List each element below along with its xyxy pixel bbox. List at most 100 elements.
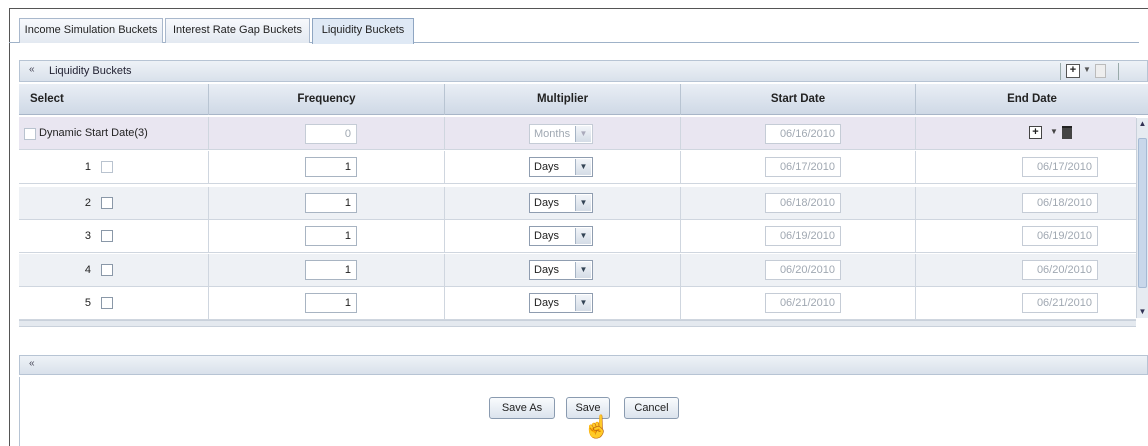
chevron-down-icon[interactable]: ▼ — [1083, 65, 1091, 74]
tab-interest-rate-gap-buckets[interactable]: Interest Rate Gap Buckets — [165, 18, 310, 43]
frequency-input[interactable]: 1 — [305, 226, 357, 246]
multiplier-cell: Days ▼ — [445, 287, 681, 320]
table-row: 1 1 Days ▼ 06/17/2010 06/17/2010 — [19, 151, 1136, 184]
start-date-input[interactable]: 06/20/2010 — [765, 260, 841, 280]
row-select-checkbox[interactable] — [101, 230, 113, 242]
frequency-cell: 1 — [209, 151, 445, 184]
column-header-frequency: Frequency — [209, 84, 445, 115]
table-row: 5 1 Days ▼ 06/21/2010 06/21/2010 — [19, 287, 1136, 320]
multiplier-cell: Days ▼ — [445, 187, 681, 220]
start-date-input[interactable]: 06/21/2010 — [765, 293, 841, 313]
start-date-input[interactable]: 06/17/2010 — [765, 157, 841, 177]
end-date-cell: 06/19/2010 — [916, 220, 1136, 253]
collapse-icon[interactable]: « — [29, 64, 35, 75]
delete-icon[interactable] — [1095, 64, 1106, 78]
scroll-down-icon[interactable]: ▼ — [1137, 306, 1148, 318]
table-row: 3 1 Days ▼ 06/19/2010 06/19/2010 — [19, 220, 1136, 253]
vertical-scrollbar[interactable]: ▲ ▼ — [1136, 118, 1148, 318]
multiplier-select[interactable]: Months ▼ — [529, 124, 593, 144]
start-date-input[interactable]: 06/16/2010 — [765, 124, 841, 144]
tab-income-simulation-buckets[interactable]: Income Simulation Buckets — [19, 18, 163, 43]
scroll-up-icon[interactable]: ▲ — [1137, 118, 1148, 130]
add-row-icon[interactable]: + — [1029, 126, 1042, 139]
frequency-cell: 1 — [209, 287, 445, 320]
multiplier-select[interactable]: Days ▼ — [529, 260, 593, 280]
row-select-checkbox[interactable] — [101, 197, 113, 209]
end-date-input[interactable]: 06/17/2010 — [1022, 157, 1098, 177]
row-number: 1 — [84, 161, 91, 173]
frequency-cell: 1 — [209, 220, 445, 253]
multiplier-value: Months — [534, 128, 571, 140]
end-date-cell: 06/21/2010 — [916, 287, 1136, 320]
column-header-start-date: Start Date — [681, 84, 916, 115]
row-number: 2 — [84, 197, 91, 209]
end-date-input[interactable]: 06/20/2010 — [1022, 260, 1098, 280]
table-row: 4 1 Days ▼ 06/20/2010 06/20/2010 — [19, 254, 1136, 287]
toolbar-divider — [1060, 63, 1061, 80]
chevron-down-icon[interactable]: ▼ — [575, 159, 591, 175]
save-as-button[interactable]: Save As — [489, 397, 555, 419]
scrollbar-thumb[interactable] — [1138, 138, 1147, 288]
frequency-input[interactable]: 1 — [305, 260, 357, 280]
multiplier-value: Days — [534, 197, 560, 209]
table-row-dynamic: Dynamic Start Date(3) 0 Months ▼ 06/16/2… — [19, 117, 1136, 150]
multiplier-cell: Months ▼ — [445, 117, 681, 150]
row-select-checkbox[interactable] — [101, 161, 113, 173]
chevron-down-icon[interactable]: ▼ — [575, 126, 591, 142]
multiplier-cell: Days ▼ — [445, 254, 681, 287]
chevron-down-icon[interactable]: ▼ — [1050, 127, 1058, 136]
end-date-input[interactable]: 06/19/2010 — [1022, 226, 1098, 246]
frequency-cell: 1 — [209, 187, 445, 220]
multiplier-cell: Days ▼ — [445, 220, 681, 253]
start-date-input[interactable]: 06/18/2010 — [765, 193, 841, 213]
frequency-input[interactable]: 1 — [305, 157, 357, 177]
dynamic-start-date-label: Dynamic Start Date(3) — [39, 127, 148, 139]
chevron-down-icon[interactable]: ▼ — [575, 195, 591, 211]
section-title: Liquidity Buckets — [49, 65, 132, 77]
end-date-cell: 06/18/2010 — [916, 187, 1136, 220]
end-date-input[interactable]: 06/18/2010 — [1022, 193, 1098, 213]
row-number: 4 — [84, 264, 91, 276]
start-date-cell: 06/18/2010 — [681, 187, 916, 220]
select-cell: 5 — [19, 287, 209, 320]
multiplier-select[interactable]: Days ▼ — [529, 226, 593, 246]
multiplier-select[interactable]: Days ▼ — [529, 157, 593, 177]
chevron-down-icon[interactable]: ▼ — [575, 228, 591, 244]
end-date-cell: 06/20/2010 — [916, 254, 1136, 287]
end-date-input[interactable]: 06/21/2010 — [1022, 293, 1098, 313]
frequency-input[interactable]: 1 — [305, 193, 357, 213]
select-cell: 4 — [19, 254, 209, 287]
multiplier-value: Days — [534, 297, 560, 309]
multiplier-value: Days — [534, 264, 560, 276]
tab-bar: Income Simulation Buckets Interest Rate … — [9, 9, 1139, 44]
start-date-input[interactable]: 06/19/2010 — [765, 226, 841, 246]
frequency-cell: 0 — [209, 117, 445, 150]
select-cell: Dynamic Start Date(3) — [19, 117, 209, 150]
tab-liquidity-buckets[interactable]: Liquidity Buckets — [312, 18, 414, 44]
end-date-cell: + ▼ — [916, 117, 1136, 150]
horizontal-scrollbar[interactable] — [19, 320, 1136, 327]
collapse-icon[interactable]: « — [29, 358, 35, 369]
cancel-button[interactable]: Cancel — [624, 397, 679, 419]
multiplier-value: Days — [534, 230, 560, 242]
delete-icon[interactable] — [1062, 126, 1072, 139]
dynamic-start-date-checkbox[interactable] — [24, 128, 36, 140]
frequency-input[interactable]: 0 — [305, 124, 357, 144]
chevron-down-icon[interactable]: ▼ — [575, 262, 591, 278]
end-date-cell: 06/17/2010 — [916, 151, 1136, 184]
hand-cursor-icon: ☝ — [583, 414, 611, 439]
frequency-input[interactable]: 1 — [305, 293, 357, 313]
row-select-checkbox[interactable] — [101, 264, 113, 276]
row-select-checkbox[interactable] — [101, 297, 113, 309]
chevron-down-icon[interactable]: ▼ — [575, 295, 591, 311]
frequency-cell: 1 — [209, 254, 445, 287]
start-date-cell: 06/19/2010 — [681, 220, 916, 253]
row-number: 3 — [84, 230, 91, 242]
toolbar-divider — [1118, 63, 1119, 80]
multiplier-select[interactable]: Days ▼ — [529, 193, 593, 213]
multiplier-select[interactable]: Days ▼ — [529, 293, 593, 313]
select-cell: 1 — [19, 151, 209, 184]
row-number: 5 — [84, 297, 91, 309]
section-header: « Liquidity Buckets + ▼ — [19, 60, 1148, 82]
add-row-icon[interactable]: + — [1066, 64, 1080, 78]
